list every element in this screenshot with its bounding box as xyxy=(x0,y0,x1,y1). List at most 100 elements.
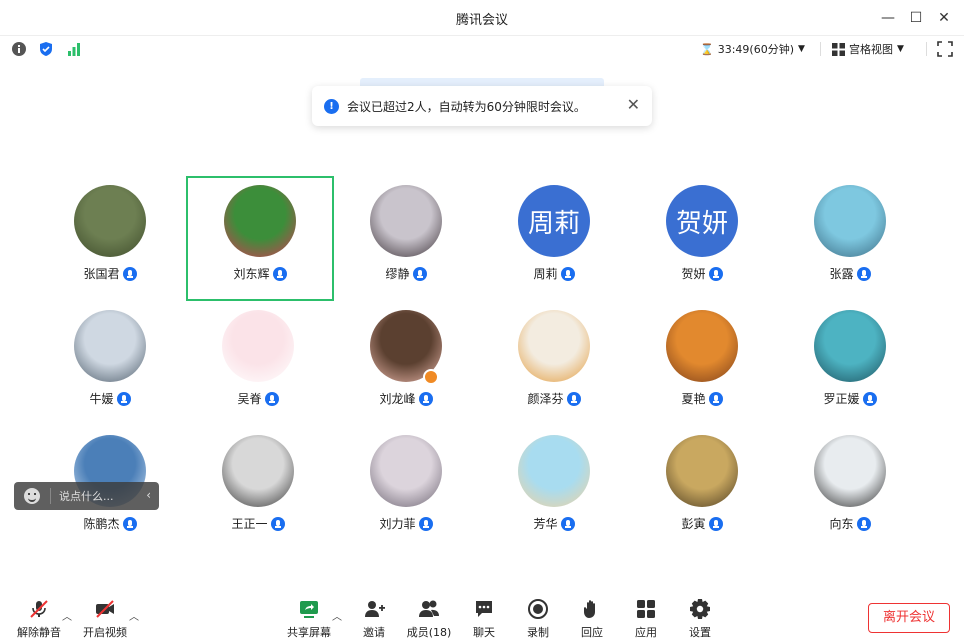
record-button[interactable]: 录制 xyxy=(513,598,563,640)
time-limit-notice: ! 会议已超过2人，自动转为60分钟限时会议。 ✕ xyxy=(312,86,652,126)
participant-tile[interactable]: 王正一 xyxy=(184,426,332,551)
mic-icon xyxy=(708,516,723,531)
participant-name-row: 颜泽芬 xyxy=(480,390,628,407)
react-button[interactable]: 回应 xyxy=(567,598,617,640)
participant-tile[interactable]: 刘龙峰 xyxy=(332,301,480,426)
mic-icon xyxy=(418,516,433,531)
divider xyxy=(926,42,927,56)
leave-meeting-button[interactable]: 离开会议 xyxy=(868,603,950,633)
chevron-left-icon[interactable]: ‹ xyxy=(146,488,151,502)
members-button[interactable]: 成员(18) xyxy=(404,598,454,640)
close-icon[interactable]: ✕ xyxy=(627,95,640,114)
fullscreen-icon[interactable] xyxy=(937,41,953,57)
mic-icon xyxy=(708,391,723,406)
chat-button[interactable]: 聊天 xyxy=(459,598,509,640)
participant-tile[interactable]: 向东 xyxy=(776,426,924,551)
participant-tile[interactable]: 张露 xyxy=(776,176,924,301)
participant-name: 张露 xyxy=(829,267,854,281)
start-video-label: 开启视频 xyxy=(83,626,127,639)
participant-name-row: 向东 xyxy=(776,515,924,532)
share-screen-button[interactable]: 共享屏幕 xyxy=(284,598,334,640)
members-label: 成员(18) xyxy=(406,626,452,639)
divider xyxy=(50,488,51,504)
participant-tile[interactable]: 彭寅 xyxy=(628,426,776,551)
mic-muted-icon xyxy=(30,600,48,618)
camera-off-icon xyxy=(96,600,114,618)
apps-button[interactable]: 应用 xyxy=(621,598,671,640)
mic-icon xyxy=(566,391,581,406)
participant-name: 缪静 xyxy=(385,267,410,281)
participant-name: 贺妍 xyxy=(681,267,706,281)
participant-tile[interactable]: 颜泽芬 xyxy=(480,301,628,426)
unmute-button[interactable]: 解除静音 xyxy=(14,598,64,640)
view-mode-switch[interactable]: 宫格视图 ▼ xyxy=(832,41,904,57)
participant-tile[interactable]: 芳华 xyxy=(480,426,628,551)
gear-icon xyxy=(690,599,710,619)
close-button[interactable]: ✕ xyxy=(934,8,954,28)
avatar: 贺妍 xyxy=(666,185,738,257)
participant-name-row: 王正一 xyxy=(184,515,332,532)
participant-name: 刘力菲 xyxy=(379,517,416,531)
chat-label: 聊天 xyxy=(473,626,495,639)
avatar xyxy=(518,435,590,507)
settings-label: 设置 xyxy=(689,626,711,639)
apps-icon xyxy=(637,600,655,618)
chevron-up-icon[interactable]: ︿ xyxy=(332,608,342,623)
avatar xyxy=(814,185,886,257)
participant-name: 夏艳 xyxy=(681,392,706,406)
participant-name-row: 罗正媛 xyxy=(776,390,924,407)
participant-name-row: 陈鹏杰 xyxy=(36,515,184,532)
chat-input-pill[interactable]: 说点什么... ‹ xyxy=(14,482,159,510)
avatar xyxy=(222,310,294,382)
participant-tile[interactable]: 缪静 xyxy=(332,176,480,301)
record-icon xyxy=(528,599,548,619)
signal-icon[interactable] xyxy=(66,41,82,57)
avatar xyxy=(518,310,590,382)
mic-icon xyxy=(856,266,871,281)
participant-name: 罗正媛 xyxy=(823,392,860,406)
avatar xyxy=(370,435,442,507)
info-icon[interactable] xyxy=(11,41,27,57)
participant-name-row: 吴脊 xyxy=(184,390,332,407)
chevron-up-icon[interactable]: ︿ xyxy=(129,608,139,623)
title-bar: 腾讯会议 — ☐ ✕ xyxy=(0,0,964,36)
participant-tile[interactable]: 刘力菲 xyxy=(332,426,480,551)
chat-placeholder[interactable]: 说点什么... xyxy=(59,488,114,504)
participant-name: 王正一 xyxy=(231,517,268,531)
participant-tile[interactable]: 张国君 xyxy=(36,176,184,301)
chevron-down-icon: ▼ xyxy=(897,44,904,54)
members-icon xyxy=(419,600,439,617)
participant-tile[interactable]: 牛媛 xyxy=(36,301,184,426)
participant-tile[interactable]: 夏艳 xyxy=(628,301,776,426)
mic-icon xyxy=(862,391,877,406)
participant-tile[interactable]: 罗正媛 xyxy=(776,301,924,426)
bottom-toolbar: 解除静音 ︿ 开启视频 ︿ 共享屏幕 ︿ 邀请 成员(18) 聊天 录制 回应 … xyxy=(0,590,964,644)
hand-icon xyxy=(584,600,595,618)
invite-button[interactable]: 邀请 xyxy=(349,598,399,640)
participant-name: 周莉 xyxy=(533,267,558,281)
mic-icon xyxy=(272,266,287,281)
chevron-up-icon[interactable]: ︿ xyxy=(62,608,72,623)
avatar xyxy=(74,310,146,382)
chevron-down-icon: ▼ xyxy=(797,44,805,54)
invite-label: 邀请 xyxy=(363,626,385,639)
meeting-timer[interactable]: ⌛ 33:49(60分钟) ▼ xyxy=(700,41,805,57)
minimize-button[interactable]: — xyxy=(878,8,898,28)
participant-tile[interactable]: 吴脊 xyxy=(184,301,332,426)
participant-tile[interactable]: 贺妍 贺妍 xyxy=(628,176,776,301)
share-screen-icon xyxy=(300,601,318,618)
participant-tile[interactable]: 周莉 周莉 xyxy=(480,176,628,301)
shield-icon[interactable] xyxy=(38,41,54,57)
participant-name: 彭寅 xyxy=(681,517,706,531)
apps-label: 应用 xyxy=(635,626,657,639)
settings-button[interactable]: 设置 xyxy=(675,598,725,640)
emoji-icon[interactable] xyxy=(24,488,40,504)
participant-name-row: 刘龙峰 xyxy=(332,390,480,407)
avatar xyxy=(814,435,886,507)
maximize-button[interactable]: ☐ xyxy=(906,8,926,28)
start-video-button[interactable]: 开启视频 xyxy=(80,598,130,640)
participant-name-row: 刘东辉 xyxy=(188,265,332,282)
participant-tile[interactable]: 刘东辉 xyxy=(186,176,334,301)
participant-name-row: 牛媛 xyxy=(36,390,184,407)
mic-icon xyxy=(116,391,131,406)
